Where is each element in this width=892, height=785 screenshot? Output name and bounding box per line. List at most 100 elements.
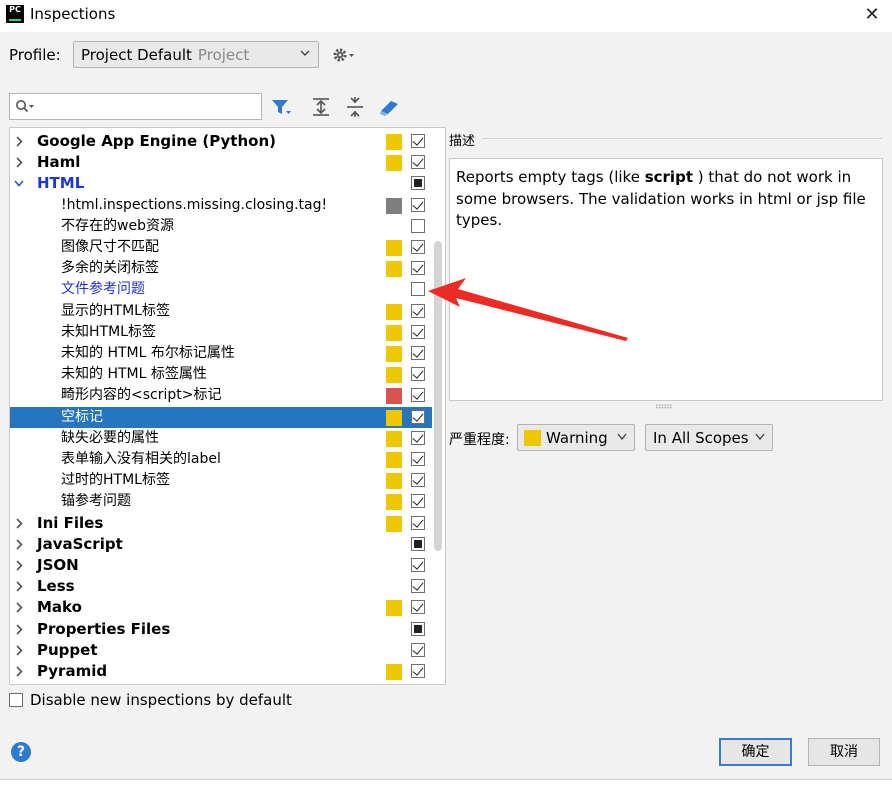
tree-group-row[interactable]: JavaScript <box>10 534 432 555</box>
chevron-right-icon[interactable] <box>14 602 24 613</box>
chevron-right-icon[interactable] <box>14 666 24 677</box>
tree-row-label: Google App Engine (Python) <box>37 132 276 150</box>
tree-row[interactable]: 多余的关闭标签 <box>10 258 432 279</box>
severity-color-swatch <box>386 409 402 426</box>
inspection-checkbox[interactable] <box>411 473 425 488</box>
inspection-checkbox[interactable] <box>411 430 425 445</box>
severity-color-swatch <box>386 600 402 617</box>
scope-value: In All Scopes <box>653 429 749 447</box>
severity-color-swatch <box>386 155 402 172</box>
tree-group-row[interactable]: Mako <box>10 597 432 618</box>
profile-dropdown[interactable]: Project Default Project <box>73 41 319 68</box>
scope-dropdown[interactable]: In All Scopes <box>645 424 773 451</box>
tree-row[interactable]: 缺失必要的属性 <box>10 428 432 449</box>
severity-value: Warning <box>546 429 608 447</box>
tree-row[interactable]: !html.inspections.missing.closing.tag! <box>10 195 432 216</box>
gear-icon[interactable] <box>330 44 356 66</box>
tree-row-label: Mako <box>37 598 82 617</box>
tree-row-label: Less <box>37 577 75 596</box>
search-input[interactable] <box>9 93 262 120</box>
disable-new-inspections-checkbox[interactable] <box>9 693 23 707</box>
title-bar: PC Inspections ✕ <box>0 0 892 32</box>
severity-color-swatch <box>386 452 402 468</box>
inspection-checkbox[interactable] <box>411 664 425 678</box>
tree-row[interactable]: 锚参考问题 <box>10 491 432 512</box>
severity-dropdown[interactable]: Warning <box>517 424 635 451</box>
description-title: 描述 <box>449 134 476 149</box>
severity-color-swatch <box>524 430 541 446</box>
severity-color-swatch <box>386 197 402 214</box>
chevron-right-icon[interactable] <box>14 560 24 571</box>
inspection-checkbox[interactable] <box>411 197 425 212</box>
inspection-checkbox[interactable] <box>411 282 425 297</box>
severity-color-swatch <box>386 261 402 278</box>
inspection-checkbox[interactable] <box>411 558 425 572</box>
chevron-down-icon[interactable] <box>14 178 24 189</box>
tree-row-label: 不存在的web资源 <box>61 217 174 234</box>
inspection-checkbox[interactable] <box>411 346 425 360</box>
tree-group-row[interactable]: JSON <box>10 555 432 576</box>
tree-row[interactable]: 未知的 HTML 布尔标记属性 <box>10 343 432 364</box>
inspection-tree[interactable]: Google App Engine (Python) Haml HTML !html.… <box>9 127 446 685</box>
tree-group-row[interactable]: Google App Engine (Python) <box>10 131 432 152</box>
chevron-right-icon[interactable] <box>14 136 24 147</box>
severity-color-swatch <box>386 367 402 384</box>
chevron-right-icon[interactable] <box>14 645 24 656</box>
tree-group-row[interactable]: Ini Files <box>10 513 432 534</box>
chevron-right-icon[interactable] <box>14 157 24 168</box>
filter-icon[interactable] <box>269 95 293 119</box>
tree-group-row[interactable]: Puppet <box>10 640 432 661</box>
inspection-checkbox[interactable] <box>411 155 425 170</box>
inspection-checkbox[interactable] <box>411 324 425 339</box>
inspection-checkbox[interactable] <box>411 367 425 382</box>
inspection-checkbox[interactable] <box>411 452 425 466</box>
inspection-checkbox[interactable] <box>411 176 425 191</box>
tree-row[interactable]: 未知的 HTML 标签属性 <box>10 364 432 385</box>
inspection-checkbox[interactable] <box>411 621 425 636</box>
tree-row[interactable]: 显示的HTML标签 <box>10 301 432 322</box>
profile-value: Project Default <box>81 46 192 64</box>
tree-group-row[interactable]: Haml <box>10 152 432 173</box>
reset-eraser-icon[interactable] <box>377 95 401 119</box>
help-icon[interactable]: ? <box>11 742 31 762</box>
inspection-checkbox[interactable] <box>411 409 425 424</box>
tree-group-row[interactable]: Properties Files <box>10 619 432 640</box>
inspection-checkbox[interactable] <box>411 218 425 233</box>
inspection-checkbox[interactable] <box>411 536 425 551</box>
tree-group-row[interactable]: HTML <box>10 173 432 194</box>
severity-color-swatch <box>386 346 402 362</box>
description-text: Reports empty tags (like script ) that d… <box>456 168 866 229</box>
inspection-checkbox[interactable] <box>411 303 425 318</box>
tree-row[interactable]: 文件参考问题 <box>10 279 432 300</box>
tree-row[interactable]: 未知HTML标签 <box>10 322 432 343</box>
inspection-checkbox[interactable] <box>411 261 425 276</box>
tree-row[interactable]: 过时的HTML标签 <box>10 470 432 491</box>
inspection-checkbox[interactable] <box>411 134 425 148</box>
tree-row[interactable]: 图像尺寸不匹配 <box>10 237 432 258</box>
tree-row-label: Ini Files <box>37 513 104 532</box>
splitter-grip[interactable]: ⠶⠶⠶ <box>655 402 673 412</box>
expand-all-icon[interactable] <box>309 95 333 119</box>
inspection-checkbox[interactable] <box>411 642 425 657</box>
inspection-checkbox[interactable] <box>411 579 425 594</box>
tree-group-row[interactable]: Less <box>10 576 432 597</box>
tree-row[interactable]: 畸形内容的<script>标记 <box>10 385 432 406</box>
tree-row[interactable]: 不存在的web资源 <box>10 216 432 237</box>
inspection-checkbox[interactable] <box>411 388 425 403</box>
chevron-right-icon[interactable] <box>14 624 24 635</box>
chevron-right-icon[interactable] <box>14 518 24 529</box>
tree-row[interactable]: 空标记 <box>10 406 432 428</box>
tree-group-row[interactable]: Pyramid <box>10 661 432 682</box>
inspection-checkbox[interactable] <box>411 515 425 530</box>
inspection-checkbox[interactable] <box>411 600 425 615</box>
collapse-all-icon[interactable] <box>343 95 367 119</box>
ok-button[interactable]: 确定 <box>719 738 792 766</box>
cancel-button[interactable]: 取消 <box>808 738 880 766</box>
chevron-right-icon[interactable] <box>14 539 24 550</box>
tree-scrollbar[interactable] <box>434 241 442 551</box>
inspection-checkbox[interactable] <box>411 240 425 254</box>
tree-row[interactable]: 表单输入没有相关的label <box>10 449 432 470</box>
close-icon[interactable]: ✕ <box>854 2 890 28</box>
chevron-right-icon[interactable] <box>14 581 24 592</box>
inspection-checkbox[interactable] <box>411 494 425 509</box>
